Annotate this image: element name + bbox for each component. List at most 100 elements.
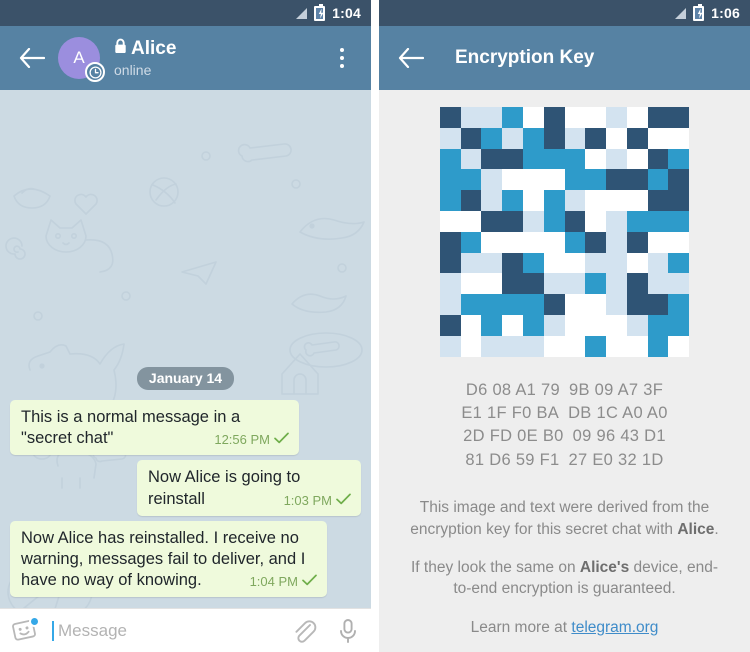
identicon-cell-4-0: [439, 190, 461, 211]
identicon-cell-10-6: [564, 314, 586, 336]
identicon-cell-8-9: [626, 273, 648, 295]
identicon-cell-9-4: [522, 294, 544, 315]
identicon-cell-6-2: [481, 231, 503, 253]
identicon-cell-8-6: [564, 273, 586, 295]
back-arrow-icon[interactable]: [391, 38, 431, 78]
message-row: Now Alice has reinstalled. I receive no …: [10, 520, 361, 602]
battery-charging-icon: [693, 3, 705, 21]
identicon-cell-1-9: [626, 127, 648, 149]
identicon-cell-11-1: [460, 335, 482, 357]
identicon-cell-9-1: [460, 294, 482, 315]
identicon-cell-1-3: [502, 127, 523, 149]
identicon-cell-3-8: [606, 169, 627, 191]
identicon-cell-11-11: [668, 335, 690, 357]
identicon-cell-4-4: [522, 190, 544, 211]
fingerprint-row-1-right: DB 1C A0 A0: [568, 403, 668, 422]
identicon-cell-8-8: [606, 273, 627, 295]
identicon-cell-0-9: [626, 107, 648, 128]
identicon-cell-2-2: [481, 148, 503, 170]
identicon-cell-4-5: [543, 190, 565, 211]
identicon-cell-7-1: [460, 252, 482, 274]
identicon-cell-5-2: [481, 210, 503, 232]
signal-triangle-icon: [675, 7, 687, 19]
fingerprint-row-3-left: 81 D6 59 F1: [465, 450, 560, 469]
identicon-cell-4-11: [668, 190, 690, 211]
chat-title-block: Alice online: [114, 38, 176, 78]
identicon-cell-7-0: [439, 252, 461, 274]
desc-p1-part-b: .: [714, 520, 719, 538]
identicon-cell-2-9: [626, 148, 648, 170]
identicon-cell-0-4: [522, 107, 544, 128]
identicon-cell-8-5: [543, 273, 565, 295]
identicon-cell-10-0: [439, 314, 461, 336]
overflow-menu-icon[interactable]: [325, 38, 359, 78]
avatar[interactable]: A: [58, 37, 105, 82]
identicon-cell-4-6: [564, 190, 586, 211]
identicon-cell-0-10: [647, 107, 669, 128]
message-timestamp: 1:04 PM: [249, 573, 298, 589]
message-composer: Message: [0, 608, 371, 652]
identicon-cell-2-8: [606, 148, 627, 170]
secret-chat-screen: 1:04 A Alice online January 14 This is a…: [0, 0, 371, 652]
desc-p2-part-a: If they look the same on: [411, 559, 580, 576]
chat-bubble[interactable]: Now Alice has reinstalled. I receive no …: [10, 520, 327, 597]
paperclip-icon[interactable]: [291, 618, 317, 644]
chat-online-status: online: [114, 61, 152, 78]
message-meta: 1:03 PM: [284, 493, 351, 510]
sticker-smiley-icon[interactable]: [12, 615, 40, 644]
identicon-cell-10-4: [522, 314, 544, 336]
identicon-cell-9-7: [585, 294, 607, 315]
panel-divider: [371, 0, 379, 652]
identicon-cell-10-7: [585, 314, 607, 336]
identicon-cell-10-3: [502, 314, 523, 336]
identicon-cell-2-10: [647, 148, 669, 170]
identicon-cell-11-5: [543, 335, 565, 357]
identicon-cell-0-2: [481, 107, 503, 128]
message-list: January 14 This is a normal message in a…: [0, 367, 371, 602]
message-meta: 12:56 PM: [214, 432, 289, 449]
identicon-cell-9-6: [564, 294, 586, 315]
fingerprint-row-3: 81 D6 59 F1 27 E0 32 1D: [461, 449, 667, 472]
identicon-cell-2-11: [668, 148, 690, 170]
identicon-cell-9-8: [606, 294, 627, 315]
identicon-cell-6-0: [439, 231, 461, 253]
telegram-org-link[interactable]: telegram.org: [571, 619, 658, 636]
identicon-cell-2-6: [564, 148, 586, 170]
battery-charging-icon: [314, 3, 326, 21]
identicon-cell-7-4: [522, 252, 544, 274]
identicon-cell-5-9: [626, 210, 648, 232]
identicon-cell-9-3: [502, 294, 523, 315]
signal-triangle-icon: [296, 7, 308, 19]
identicon-cell-11-2: [481, 335, 503, 357]
message-timestamp: 1:03 PM: [283, 492, 332, 508]
identicon-cell-2-1: [460, 148, 482, 170]
fingerprint-row-1: E1 1F F0 BA DB 1C A0 A0: [461, 402, 667, 425]
date-separator: January 14: [10, 367, 361, 391]
identicon-cell-6-11: [668, 231, 690, 253]
identicon-cell-4-3: [502, 190, 523, 211]
message-input[interactable]: Message: [58, 621, 291, 641]
identicon-cell-7-2: [481, 252, 503, 274]
identicon-cell-1-4: [522, 127, 544, 149]
identicon-cell-3-5: [543, 169, 565, 191]
identicon-cell-0-7: [585, 107, 607, 128]
identicon-cell-11-3: [502, 335, 523, 357]
identicon-cell-6-3: [502, 231, 523, 253]
microphone-icon[interactable]: [337, 618, 359, 644]
encryption-key-identicon: [439, 107, 690, 357]
identicon-cell-0-5: [543, 107, 565, 128]
single-check-icon: [274, 432, 289, 449]
identicon-cell-8-11: [668, 273, 690, 295]
chat-bubble[interactable]: Now Alice is going to reinstall 1:03 PM: [137, 460, 361, 516]
chat-bubble[interactable]: This is a normal message in a "secret ch…: [10, 400, 299, 456]
right-status-bar: 1:06: [379, 0, 750, 26]
back-arrow-icon[interactable]: [12, 38, 52, 78]
identicon-cell-11-4: [522, 335, 544, 357]
key-description-paragraph-2: If they look the same on Alice's device,…: [405, 557, 725, 600]
message-timestamp: 12:56 PM: [214, 432, 270, 448]
identicon-cell-10-1: [460, 314, 482, 336]
encryption-key-app-bar: Encryption Key: [379, 26, 750, 90]
encryption-key-screen: 1:06 Encryption Key D6 08 A1 79 9B 09 A7 …: [379, 0, 750, 652]
date-separator-label: January 14: [136, 367, 235, 391]
identicon-cell-4-1: [460, 190, 482, 211]
